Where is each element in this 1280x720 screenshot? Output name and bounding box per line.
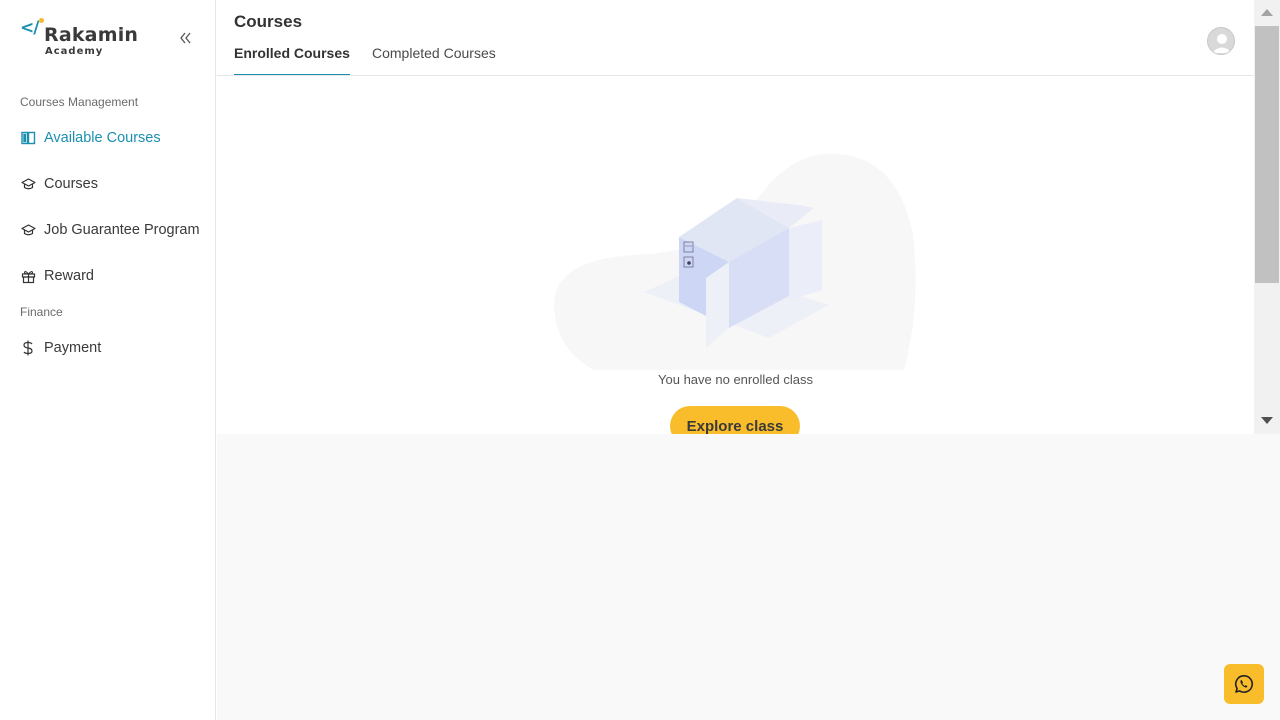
gift-icon — [20, 268, 36, 284]
sidebar-item-reward[interactable]: Reward — [20, 262, 210, 290]
sidebar-item-label: Payment — [44, 340, 102, 356]
dollar-icon — [20, 340, 36, 356]
tab-enrolled-courses[interactable]: Enrolled Courses — [234, 45, 350, 76]
whatsapp-chat-button[interactable] — [1224, 664, 1264, 704]
scrollbar-thumb[interactable] — [1255, 26, 1279, 283]
logo-subtitle: Academy — [45, 46, 104, 57]
sidebar-item-payment[interactable]: Payment — [20, 334, 210, 362]
explore-class-button[interactable]: Explore class — [670, 406, 800, 434]
sidebar-item-label: Reward — [44, 268, 94, 284]
sidebar-item-label: Courses — [44, 176, 98, 192]
scroll-down-arrow-icon[interactable] — [1261, 417, 1273, 424]
sidebar-item-available-courses[interactable]: Available Courses — [20, 124, 210, 152]
whatsapp-icon — [1234, 674, 1253, 693]
sidebar-item-label: Job Guarantee Program — [44, 222, 200, 238]
sidebar-item-label: Available Courses — [44, 130, 161, 146]
tab-completed-courses[interactable]: Completed Courses — [372, 45, 496, 76]
vertical-scrollbar[interactable] — [1254, 0, 1280, 434]
header-divider — [217, 75, 1254, 76]
page-background — [217, 434, 1280, 720]
book-icon — [20, 130, 36, 146]
sidebar-item-job-guarantee-program[interactable]: Job Guarantee Program — [20, 216, 210, 244]
section-label-courses-management: Courses Management — [20, 95, 139, 109]
graduation-cap-icon — [20, 222, 36, 238]
empty-state-message: You have no enrolled class — [658, 372, 813, 387]
user-avatar-icon[interactable] — [1207, 27, 1235, 55]
logo-dot — [39, 18, 44, 23]
logo-mark: </ — [20, 18, 39, 38]
collapse-sidebar-button[interactable] — [176, 29, 196, 47]
double-chevron-left-icon — [180, 32, 191, 44]
logo-name: Rakamin — [44, 24, 139, 46]
sidebar-item-courses[interactable]: Courses — [20, 170, 210, 198]
page-title: Courses — [234, 12, 303, 31]
graduation-cap-icon — [20, 176, 36, 192]
empty-box-illustration — [554, 150, 918, 370]
main-viewport: Courses Enrolled Courses Completed Cours… — [217, 0, 1254, 434]
sidebar: </ Rakamin Academy Courses Management Av… — [0, 0, 216, 720]
section-label-finance: Finance — [20, 305, 63, 319]
main-content: Courses Enrolled Courses Completed Cours… — [217, 0, 1254, 434]
scroll-up-arrow-icon[interactable] — [1261, 9, 1273, 16]
rakamin-logo[interactable]: </ Rakamin Academy — [20, 16, 150, 62]
